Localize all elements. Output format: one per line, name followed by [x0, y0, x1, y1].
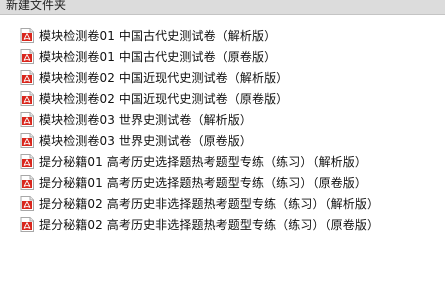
file-name: 模块检测卷01 中国古代史测试卷（解析版）	[39, 28, 277, 43]
pdf-file-icon	[20, 69, 34, 85]
file-item[interactable]: 模块检测卷01 中国古代史测试卷（原卷版）	[20, 47, 276, 65]
file-item[interactable]: 模块检测卷02 中国近现代史测试卷（解析版）	[20, 68, 288, 86]
file-name: 模块检测卷03 世界史测试卷（解析版）	[39, 112, 252, 127]
pdf-file-icon	[20, 174, 34, 190]
pdf-file-icon	[20, 153, 34, 169]
file-name: 模块检测卷01 中国古代史测试卷（原卷版）	[39, 49, 277, 64]
folder-header: 新建文件夹	[0, 0, 445, 15]
file-name: 提分秘籍02 高考历史非选择题热考题型专练（练习）（原卷版）	[39, 217, 380, 232]
file-name: 提分秘籍02 高考历史非选择题热考题型专练（练习）（解析版）	[39, 196, 380, 211]
file-item[interactable]: 模块检测卷02 中国近现代史测试卷（原卷版）	[20, 89, 288, 107]
file-name: 模块检测卷03 世界史测试卷（原卷版）	[39, 133, 252, 148]
pdf-file-icon	[20, 132, 34, 148]
file-item[interactable]: 提分秘籍02 高考历史非选择题热考题型专练（练习）（原卷版）	[20, 215, 379, 233]
file-item[interactable]: 提分秘籍01 高考历史选择题热考题型专练（练习）（原卷版）	[20, 173, 367, 191]
file-name: 模块检测卷02 中国近现代史测试卷（原卷版）	[39, 91, 289, 106]
file-item[interactable]: 模块检测卷03 世界史测试卷（解析版）	[20, 110, 252, 128]
pdf-file-icon	[20, 111, 34, 127]
file-item[interactable]: 模块检测卷01 中国古代史测试卷（解析版）	[20, 26, 276, 44]
pdf-file-icon	[20, 48, 34, 64]
file-name: 提分秘籍01 高考历史选择题热考题型专练（练习）（解析版）	[39, 154, 367, 169]
file-name: 提分秘籍01 高考历史选择题热考题型专练（练习）（原卷版）	[39, 175, 367, 190]
file-name: 模块检测卷02 中国近现代史测试卷（解析版）	[39, 70, 289, 85]
pdf-file-icon	[20, 27, 34, 43]
file-item[interactable]: 提分秘籍01 高考历史选择题热考题型专练（练习）（解析版）	[20, 152, 367, 170]
file-item[interactable]: 模块检测卷03 世界史测试卷（原卷版）	[20, 131, 252, 149]
pdf-file-icon	[20, 195, 34, 211]
pdf-file-icon	[20, 216, 34, 232]
folder-title: 新建文件夹	[6, 0, 67, 12]
pdf-file-icon	[20, 90, 34, 106]
file-item[interactable]: 提分秘籍02 高考历史非选择题热考题型专练（练习）（解析版）	[20, 194, 379, 212]
